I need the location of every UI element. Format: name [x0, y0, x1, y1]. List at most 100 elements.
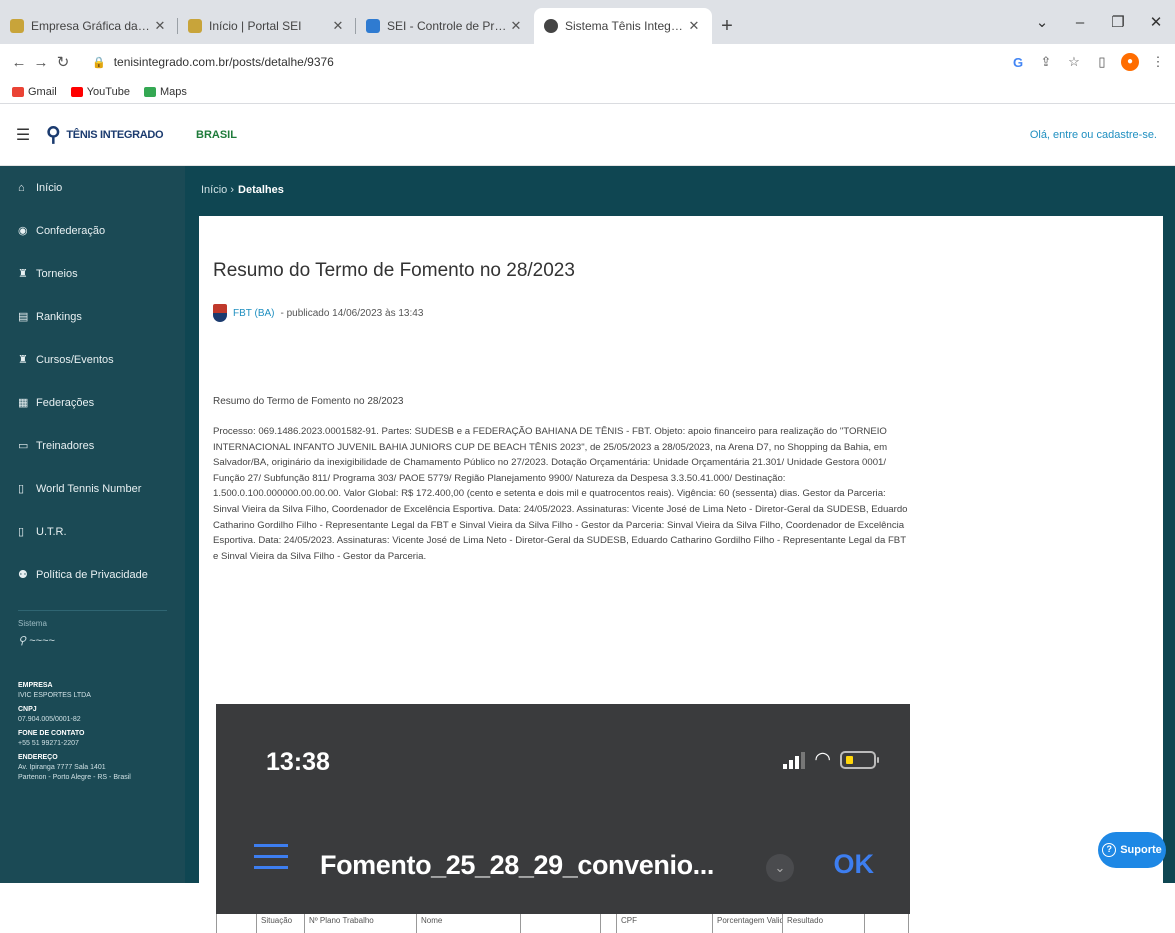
page-title: Resumo do Termo de Fomento no 28/2023: [213, 260, 575, 281]
table-cell: Porcentagem Validade: [713, 914, 783, 933]
reload-icon[interactable]: ↻: [52, 53, 74, 71]
question-icon: ?: [1102, 843, 1117, 857]
bookmark-label: Gmail: [28, 85, 57, 98]
sidebar-item-torneios[interactable]: ♜ Torneios: [0, 252, 185, 295]
wifi-icon: ◠: [814, 749, 831, 770]
support-label: Suporte: [1120, 844, 1162, 856]
lock-icon[interactable]: 🔒: [92, 56, 106, 69]
list-menu-icon: [254, 844, 288, 877]
menu-icon[interactable]: ⋮: [1149, 54, 1167, 70]
gmail-icon: [12, 86, 24, 97]
breadcrumb-home-link[interactable]: Início: [201, 184, 227, 196]
sidebar-item-label: World Tennis Number: [36, 482, 142, 495]
window-controls: ⌄ – ❐ ✕: [1023, 0, 1175, 44]
address-bar[interactable]: 🔒 tenisintegrado.com.br/posts/detalhe/93…: [82, 48, 999, 76]
support-button[interactable]: ? Suporte: [1098, 832, 1166, 868]
phone-ok-label: OK: [833, 849, 875, 879]
sidebar-item-label: U.T.R.: [36, 525, 67, 538]
breadcrumb: Início › Detalhes: [185, 166, 1175, 214]
close-tab-icon[interactable]: ✕: [686, 18, 702, 34]
list-icon: ▤: [18, 311, 29, 323]
address-label: ENDEREÇO: [18, 754, 58, 761]
phone-clock: 13:38: [266, 748, 330, 776]
close-tab-icon[interactable]: ✕: [152, 18, 168, 34]
sidebar-item-label: Torneios: [36, 267, 78, 280]
table-cell: [217, 914, 257, 933]
maps-icon: [143, 86, 156, 97]
trophy-icon: ♜: [18, 268, 28, 280]
forward-icon[interactable]: →: [30, 54, 52, 71]
back-icon[interactable]: ←: [8, 54, 30, 71]
minimize-icon[interactable]: –: [1061, 14, 1099, 31]
google-icon[interactable]: G: [1009, 55, 1027, 70]
tab-search-icon[interactable]: ⌄: [1023, 13, 1061, 31]
close-tab-icon[interactable]: ✕: [508, 18, 524, 34]
star-icon[interactable]: ☆: [1065, 54, 1083, 70]
sidebar-item-cursos-eventos[interactable]: ♜ Cursos/Eventos: [0, 338, 185, 381]
browser-tab-tenis-integrado[interactable]: Sistema Tênis Integrado ✕: [534, 8, 712, 44]
sidebar-item-politica-privacidade[interactable]: ⚉ Política de Privacidade: [0, 553, 185, 596]
close-window-icon[interactable]: ✕: [1137, 13, 1175, 31]
sidebar-item-federacoes[interactable]: ▦ Federações: [0, 381, 185, 424]
bookmark-label: YouTube: [86, 85, 130, 98]
company-label: EMPRESA: [18, 682, 53, 689]
breadcrumb-separator: ›: [230, 184, 235, 196]
cnpj-label: CNPJ: [18, 706, 37, 713]
sidebar-item-label: Política de Privacidade: [36, 568, 148, 581]
new-tab-button[interactable]: +: [712, 8, 742, 44]
maximize-icon[interactable]: ❐: [1099, 13, 1137, 31]
close-tab-icon[interactable]: ✕: [330, 18, 346, 34]
profile-avatar[interactable]: ●: [1121, 53, 1139, 71]
country-label[interactable]: BRASIL: [196, 129, 237, 141]
globe-favicon-icon: [544, 19, 558, 33]
author-link[interactable]: FBT (BA): [233, 308, 274, 319]
cnpj-value: 07.904.005/0001-82: [18, 716, 81, 723]
sidepanel-icon[interactable]: ▯: [1093, 54, 1111, 70]
tab-title: SEI - Controle de Processos: [387, 19, 508, 33]
browser-tab-egba[interactable]: Empresa Gráfica da Bahia - EGB - I ✕: [0, 8, 178, 44]
table-cell: Situação: [257, 914, 305, 933]
share-icon[interactable]: ⇪: [1037, 54, 1055, 70]
table-cell: Nome: [417, 914, 521, 933]
breadcrumb-current: Detalhes: [238, 184, 284, 196]
published-date: - publicado 14/06/2023 às 13:43: [280, 307, 424, 319]
sidebar-item-label: Treinadores: [36, 439, 95, 452]
url-text: tenisintegrado.com.br/posts/detalhe/9376: [113, 55, 334, 69]
sidebar-item-label: Confederação: [36, 224, 106, 237]
sidebar-item-label: Federações: [36, 396, 95, 409]
bookmark-maps[interactable]: Maps: [143, 86, 187, 98]
users-icon: ⚉: [18, 569, 28, 581]
sidebar-item-inicio[interactable]: ⌂ Início: [0, 166, 185, 209]
home-icon: ⌂: [18, 181, 25, 194]
table-cell: CPF: [617, 914, 713, 933]
browser-tab-sei-portal[interactable]: Início | Portal SEI ✕: [178, 8, 356, 44]
login-link[interactable]: Olá, entre ou cadastre-se.: [1030, 129, 1157, 141]
sidebar-item-world-tennis-number[interactable]: ▯ World Tennis Number: [0, 467, 185, 510]
main-content: Início › Detalhes Resumo do Termo de Fom…: [185, 166, 1175, 933]
bookmark-gmail[interactable]: Gmail: [12, 86, 57, 98]
sidebar-item-confederacao[interactable]: ◉ Confederação: [0, 209, 185, 252]
tab-title: Sistema Tênis Integrado: [565, 19, 686, 33]
table-cell: [601, 914, 617, 933]
sei-favicon-icon: [188, 19, 202, 33]
table-cell: Nº Plano Trabalho: [305, 914, 417, 933]
browser-tab-sei-controle[interactable]: SEI - Controle de Processos ✕: [356, 8, 534, 44]
sidebar-item-treinadores[interactable]: ▭ Treinadores: [0, 424, 185, 467]
tennis-player-logo-icon: ⚲: [46, 124, 61, 146]
article-body: Processo: 069.1486.2023.0001582-91. Part…: [213, 426, 908, 562]
phone-filename: Fomento_25_28_29_convenio...: [320, 850, 714, 880]
table-cell: Resultado: [783, 914, 865, 933]
sidebar: ⌂ Início ◉ Confederação ♜ Torneios ▤ Ran…: [0, 166, 185, 883]
browser-toolbar: ← → ↻ 🔒 tenisintegrado.com.br/posts/deta…: [0, 44, 1175, 80]
sei-controle-favicon-icon: [366, 19, 380, 33]
company-info: EMPRESA IVIC ESPORTES LTDA CNPJ 07.904.0…: [0, 647, 185, 783]
sidebar-item-utr[interactable]: ▯ U.T.R.: [0, 510, 185, 553]
table-header-peek: Situação Nº Plano Trabalho Nome CPF Porc…: [216, 914, 910, 933]
sidebar-item-label: Rankings: [36, 310, 82, 323]
sidebar-item-rankings[interactable]: ▤ Rankings: [0, 295, 185, 338]
bookmark-youtube[interactable]: YouTube: [70, 85, 130, 98]
table-cell: [865, 914, 909, 933]
site-logo[interactable]: ⚲ TÊNIS INTEGRADO: [46, 122, 186, 147]
summary-title: Resumo do Termo de Fomento no 28/2023: [213, 396, 404, 407]
hamburger-menu-icon[interactable]: ☰: [0, 125, 46, 145]
